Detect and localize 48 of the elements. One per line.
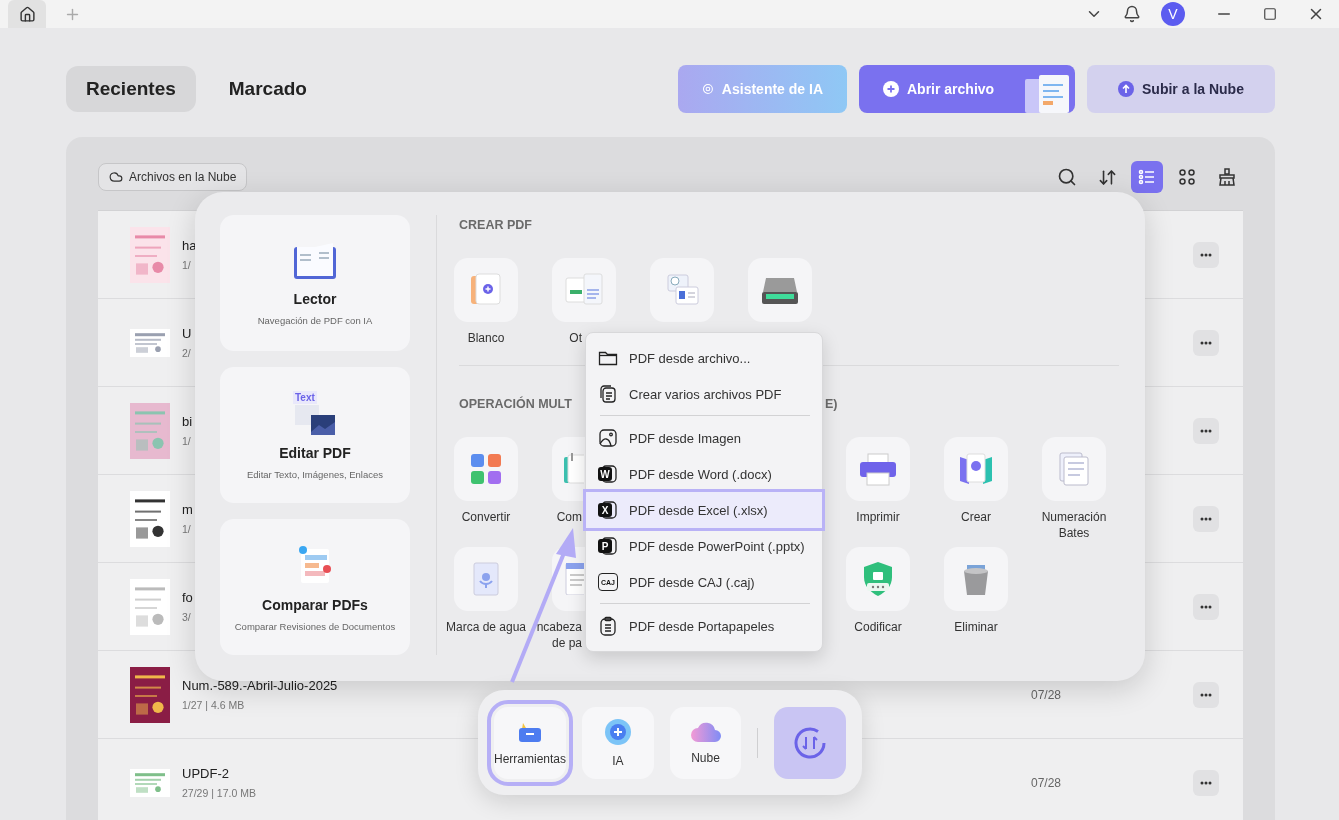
file-type-icon: X xyxy=(598,500,618,520)
file-name: UPDF-2 xyxy=(182,766,230,781)
file-date: 07/28 xyxy=(1030,775,1061,790)
card-subtitle: Navegación de PDF con IA xyxy=(257,314,373,326)
icon-text: Text xyxy=(293,390,317,404)
section-heading: E) xyxy=(825,397,839,411)
file-date: 07/28 xyxy=(1030,687,1061,702)
menu-label: PDF desde CAJ (.caj) xyxy=(629,574,755,590)
menu-label: PDF desde PowerPoint (.pptx) xyxy=(629,538,805,554)
card-subtitle: Comparar Revisiones de Documentos xyxy=(234,620,396,632)
tool-label: Crear xyxy=(961,509,991,525)
file-name: ha xyxy=(182,238,197,253)
file-name: fo xyxy=(182,590,193,605)
tool-label: Codificar xyxy=(854,619,902,635)
menu-label: PDF desde Imagen xyxy=(629,430,741,446)
section-heading: OPERACIÓN MULT xyxy=(458,397,573,411)
file-info: 3/ xyxy=(182,611,192,623)
file-info: 1/27 | 4.6 MB xyxy=(182,699,246,711)
menu-label: PDF desde Excel (.xlsx) xyxy=(629,502,768,518)
file-name: bi xyxy=(182,414,193,429)
file-name: U xyxy=(182,326,192,341)
file-info: 1/ xyxy=(182,523,192,535)
tool-label: Blanco xyxy=(467,330,505,346)
tool-label: Numeración Bates xyxy=(1040,509,1108,541)
tool-label: Ot xyxy=(569,330,582,346)
card-title: Lector xyxy=(293,290,337,307)
menu-label: PDF desde Portapapeles xyxy=(629,618,775,634)
tool-label: Marca de agua xyxy=(445,619,527,635)
tool-label: Convertir xyxy=(461,509,511,525)
card-title: Editar PDF xyxy=(279,444,351,461)
file-info: 1/ xyxy=(182,435,192,447)
file-type-icon: P xyxy=(598,536,618,556)
file-type-icon: W xyxy=(598,464,618,484)
file-info: 2/ xyxy=(182,347,192,359)
menu-label: Crear varios archivos PDF xyxy=(629,386,782,402)
file-name: Num.-589.-Abril-Julio-2025 xyxy=(182,678,338,693)
tool-label: ncabeza de pa xyxy=(535,619,582,651)
section-heading: CREAR PDF xyxy=(458,218,533,232)
menu-label: PDF desde Word (.docx) xyxy=(629,466,772,482)
tool-label: Com xyxy=(556,509,582,525)
tool-label: Imprimir xyxy=(856,509,900,525)
file-name: m xyxy=(182,502,193,517)
card-subtitle: Editar Texto, Imágenes, Enlaces xyxy=(246,468,384,480)
file-info: 27/29 | 17.0 MB xyxy=(182,787,256,799)
file-info: 1/ xyxy=(182,259,192,271)
menu-label: PDF desde archivo... xyxy=(629,350,751,366)
card-title: Comparar PDFs xyxy=(262,596,368,613)
tool-label: Eliminar xyxy=(954,619,998,635)
